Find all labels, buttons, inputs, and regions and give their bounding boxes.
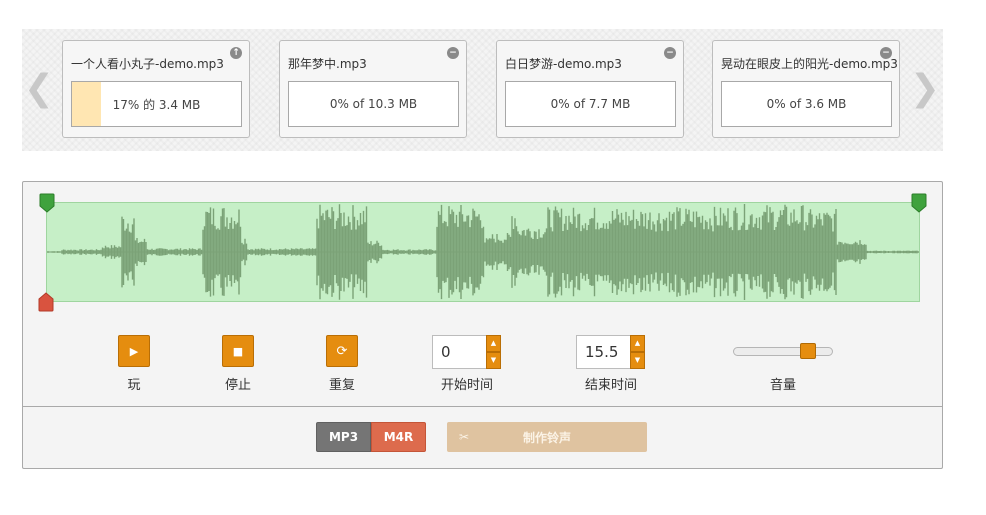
upload-progress: 17% 的 3.4 MB (71, 81, 242, 127)
file-card-1: 一个人看小丸子-demo.mp3 ↑ 17% 的 3.4 MB (62, 40, 250, 138)
upload-icon[interactable]: ↑ (230, 47, 242, 59)
progress-status: 0% of 3.6 MB (766, 97, 847, 111)
remove-icon[interactable]: − (664, 47, 676, 59)
start-time-spinner: ▲ ▼ (432, 335, 502, 369)
upload-progress: 0% of 7.7 MB (505, 81, 676, 127)
divider (23, 406, 942, 407)
format-m4r-button[interactable]: M4R (371, 422, 426, 452)
format-toggle: MP3 M4R (316, 422, 426, 452)
repeat-button[interactable]: ⟳ (326, 335, 358, 367)
stop-label: 停止 (224, 378, 251, 393)
repeat-label: 重复 (328, 378, 355, 393)
file-name: 那年梦中.mp3 (288, 57, 367, 71)
start-time-decrement-icon[interactable]: ▼ (486, 352, 501, 369)
end-marker-handle[interactable] (911, 193, 927, 213)
progress-status: 17% 的 3.4 MB (112, 97, 201, 112)
repeat-icon: ⟳ (336, 343, 348, 359)
play-button[interactable]: ▶ (118, 335, 150, 367)
file-name: 一个人看小丸子-demo.mp3 (71, 57, 224, 71)
progress-status: 0% of 10.3 MB (329, 97, 418, 111)
start-time-input[interactable] (432, 335, 487, 369)
volume-slider[interactable] (733, 343, 833, 359)
play-icon: ▶ (129, 344, 139, 358)
playhead-marker-handle[interactable] (38, 292, 54, 312)
waveform (47, 204, 919, 300)
start-time-increment-icon[interactable]: ▲ (486, 335, 501, 352)
volume-label: 音量 (769, 378, 796, 393)
file-carousel: ❮ 一个人看小丸子-demo.mp3 ↑ 17% 的 3.4 MB 那年梦中.m… (22, 29, 943, 151)
upload-progress: 0% of 3.6 MB (721, 81, 892, 127)
end-time-label: 结束时间 (584, 378, 637, 393)
carousel-next-arrow-icon[interactable]: ❯ (910, 69, 940, 109)
upload-progress: 0% of 10.3 MB (288, 81, 459, 127)
start-time-label: 开始时间 (440, 378, 493, 393)
end-time-decrement-icon[interactable]: ▼ (630, 352, 645, 369)
play-label: 玩 (127, 378, 141, 393)
carousel-prev-arrow-icon[interactable]: ❮ (24, 69, 54, 109)
file-card-2: 那年梦中.mp3 − 0% of 10.3 MB (279, 40, 467, 138)
progress-status: 0% of 7.7 MB (550, 97, 631, 111)
file-card-4: 晃动在眼皮上的阳光-demo.mp3 − 0% of 3.6 MB (712, 40, 900, 138)
remove-icon[interactable]: − (447, 47, 459, 59)
remove-icon[interactable]: − (880, 47, 892, 59)
file-card-3: 白日梦游-demo.mp3 − 0% of 7.7 MB (496, 40, 684, 138)
file-name: 晃动在眼皮上的阳光-demo.mp3 (721, 57, 898, 71)
file-name: 白日梦游-demo.mp3 (505, 57, 622, 71)
volume-slider-handle[interactable] (799, 343, 816, 359)
format-mp3-button[interactable]: MP3 (316, 422, 371, 452)
make-ringtone-button[interactable]: ✂ 制作铃声 (447, 422, 647, 452)
make-ringtone-label: 制作铃声 (522, 430, 571, 445)
start-marker-handle[interactable] (39, 193, 55, 213)
end-time-input[interactable] (576, 335, 631, 369)
end-time-spinner: ▲ ▼ (576, 335, 646, 369)
scissors-icon: ✂ (459, 430, 470, 444)
stop-icon: ■ (232, 344, 244, 358)
waveform-selection[interactable] (46, 202, 920, 302)
stop-button[interactable]: ■ (222, 335, 254, 367)
ringtone-editor: ▶ 玩 ■ 停止 ⟳ 重复 ▲ ▼ 开始时间 ▲ ▼ 结束时间 音量 MP3 M… (22, 181, 943, 469)
end-time-increment-icon[interactable]: ▲ (630, 335, 645, 352)
